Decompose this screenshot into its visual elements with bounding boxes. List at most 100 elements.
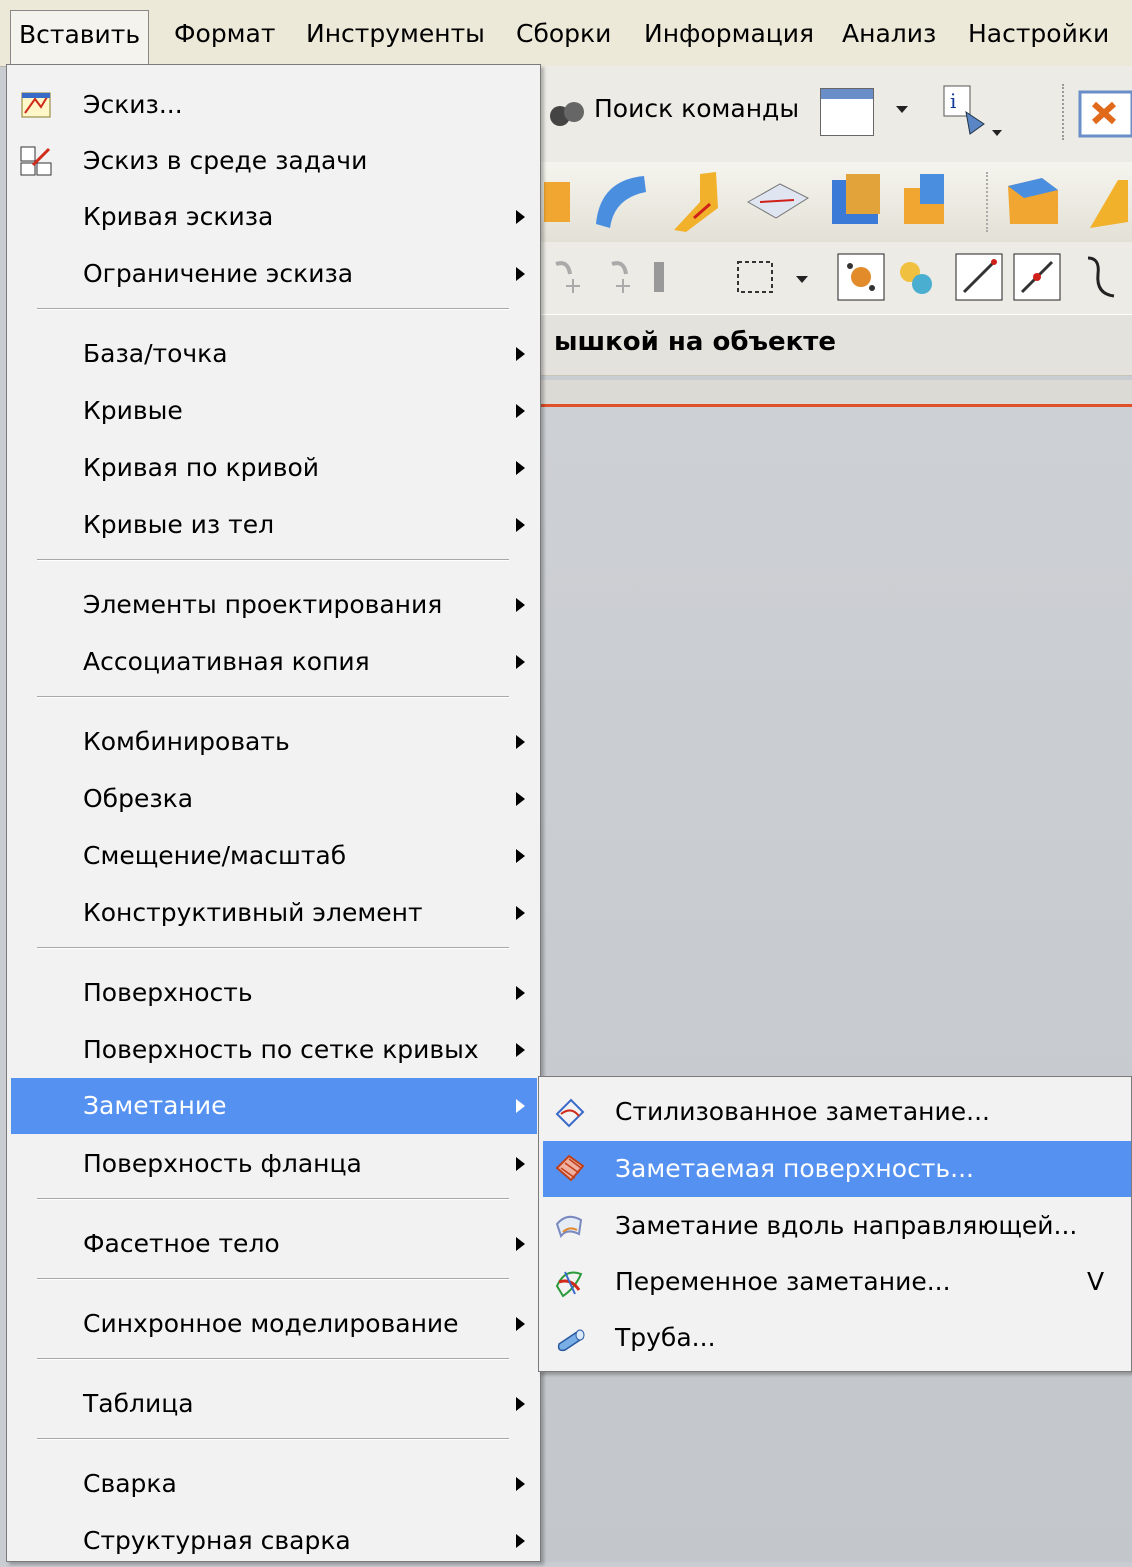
styled-sweep-icon [555, 1098, 585, 1128]
datum-plane-icon[interactable] [746, 178, 810, 226]
menu-separator [37, 1278, 509, 1280]
menu-item-label: Сварка [83, 1469, 177, 1498]
extrude-icon[interactable] [544, 174, 574, 228]
graphics-window[interactable] [540, 407, 1132, 1562]
sweep-feature-icon[interactable] [670, 168, 736, 234]
menu-item-label: Таблица [83, 1389, 194, 1418]
menu-item-table[interactable]: Таблица [11, 1378, 537, 1430]
menu-bar: Вставить Формат Инструменты Сборки Инфор… [0, 0, 1132, 67]
menu-separator [37, 1358, 509, 1360]
trim-body-icon[interactable] [1088, 172, 1132, 230]
menu-item-label: Синхронное моделирование [83, 1309, 459, 1338]
line-end-icon[interactable] [954, 252, 1006, 302]
body-icon[interactable] [1002, 172, 1064, 230]
revolve-surface-icon[interactable] [588, 170, 652, 232]
info-object-icon[interactable]: i [940, 84, 1010, 140]
selection-rectangle-icon[interactable] [734, 256, 780, 298]
menu-item-label: Поверхность по сетке кривых [83, 1035, 479, 1064]
toolbar-standard: Поиск команды i [540, 66, 1132, 163]
menu-item-label: Заметание [83, 1091, 227, 1120]
menu-item-label: Ограничение эскиза [83, 259, 354, 288]
menu-item-weld[interactable]: Сварка [11, 1458, 537, 1510]
chevron-down-icon[interactable] [894, 102, 910, 116]
graphics-header [540, 380, 1132, 404]
menu-tools[interactable]: Инструменты [298, 10, 493, 58]
submenu-item-styled-sweep[interactable]: Стилизованное заметание... [543, 1085, 1131, 1139]
menu-item-curves[interactable]: Кривые [11, 385, 537, 437]
curve-icon[interactable] [1080, 252, 1120, 302]
boolean-icon[interactable] [900, 170, 962, 232]
menu-item-datum-point[interactable]: База/точка [11, 328, 537, 380]
menu-item-sketch-in-task[interactable]: Эскиз в среде задачи [11, 135, 537, 187]
menu-format[interactable]: Формат [166, 10, 283, 58]
menu-information[interactable]: Информация [636, 10, 822, 58]
fit-view-icon[interactable] [1076, 88, 1132, 138]
shortcut-text: V [1087, 1267, 1105, 1296]
menu-item-sketch[interactable]: Эскиз... [11, 79, 537, 131]
menu-item-label: Ассоциативная копия [83, 647, 370, 676]
submenu-item-swept-surface[interactable]: Заметаемая поверхность... [543, 1141, 1131, 1197]
submenu-item-sweep-along-guide[interactable]: Заметание вдоль направляющей... [543, 1199, 1131, 1253]
line-mid-icon[interactable] [1012, 252, 1064, 302]
snap-grid-icon[interactable] [836, 252, 888, 302]
submenu-arrow-icon [516, 849, 525, 863]
menu-item-label: Кривые из тел [83, 510, 275, 539]
menu-item-label: Смещение/масштаб [83, 841, 347, 870]
submenu-item-label: Труба... [615, 1323, 716, 1352]
sketch-icon [21, 92, 51, 118]
submenu-arrow-icon [516, 986, 525, 1000]
swept-surface-icon [555, 1154, 585, 1182]
menu-item-sketch-curve[interactable]: Кривая эскиза [11, 191, 537, 243]
menu-item-sweep[interactable]: Заметание [11, 1078, 537, 1134]
menu-preferences[interactable]: Настройки [960, 10, 1117, 58]
menu-item-facet-body[interactable]: Фасетное тело [11, 1218, 537, 1270]
submenu-item-variational-sweep[interactable]: Переменное заметание... V [543, 1255, 1131, 1309]
menu-item-synchronous-modeling[interactable]: Синхронное моделирование [11, 1298, 537, 1350]
menu-item-trim[interactable]: Обрезка [11, 773, 537, 825]
binoculars-icon[interactable] [546, 92, 586, 132]
menu-item-detail-feature[interactable]: Конструктивный элемент [11, 887, 537, 939]
menu-item-label: Кривые [83, 396, 183, 425]
command-finder-box[interactable] [820, 88, 874, 136]
menu-item-derived-curve[interactable]: Кривая по кривой [11, 442, 537, 494]
menu-item-sketch-constraint[interactable]: Ограничение эскиза [11, 248, 537, 300]
menu-item-label: Комбинировать [83, 727, 290, 756]
filter-icon[interactable] [892, 254, 942, 300]
submenu-arrow-icon [516, 347, 525, 361]
submenu-arrow-icon [516, 1397, 525, 1411]
menu-item-associative-copy[interactable]: Ассоциативная копия [11, 636, 537, 688]
command-search-label[interactable]: Поиск команды [594, 94, 799, 123]
menu-assemblies[interactable]: Сборки [508, 10, 619, 58]
submenu-arrow-icon [516, 210, 525, 224]
menu-item-label: Фасетное тело [83, 1229, 280, 1258]
menu-item-design-features[interactable]: Элементы проектирования [11, 579, 537, 631]
submenu-item-label: Переменное заметание... [615, 1267, 951, 1296]
submenu-item-label: Заметание вдоль направляющей... [615, 1211, 1078, 1240]
menu-item-label: Конструктивный элемент [83, 898, 423, 927]
submenu-arrow-icon [516, 267, 525, 281]
svg-text:i: i [950, 89, 956, 113]
menu-item-label: База/точка [83, 339, 228, 368]
submenu-arrow-icon [516, 518, 525, 532]
menu-item-curves-from-bodies[interactable]: Кривые из тел [11, 499, 537, 551]
menu-insert[interactable]: Вставить [10, 10, 150, 67]
menu-item-combine[interactable]: Комбинировать [11, 716, 537, 768]
menu-separator [37, 696, 509, 698]
menu-separator [37, 559, 509, 561]
menu-item-surface[interactable]: Поверхность [11, 967, 537, 1019]
menu-item-mesh-surface[interactable]: Поверхность по сетке кривых [11, 1024, 537, 1076]
chevron-down-icon[interactable] [794, 272, 810, 286]
menu-item-label: Кривая эскиза [83, 202, 274, 231]
block-icon[interactable] [826, 170, 886, 232]
toolbar-selection [540, 242, 1132, 315]
menu-analysis[interactable]: Анализ [834, 10, 944, 58]
insert-menu: Эскиз... Эскиз в среде задачи Кривая эск… [6, 64, 541, 1562]
menu-item-flange-surface[interactable]: Поверхность фланца [11, 1138, 537, 1190]
snap-point-icon[interactable] [546, 256, 666, 298]
menu-item-offset-scale[interactable]: Смещение/масштаб [11, 830, 537, 882]
submenu-arrow-icon [516, 735, 525, 749]
menu-item-label: Эскиз в среде задачи [83, 146, 368, 175]
submenu-arrow-icon [516, 792, 525, 806]
menu-item-structure-weld[interactable]: Структурная сварка [11, 1515, 537, 1567]
submenu-item-tube[interactable]: Труба... [543, 1311, 1131, 1365]
